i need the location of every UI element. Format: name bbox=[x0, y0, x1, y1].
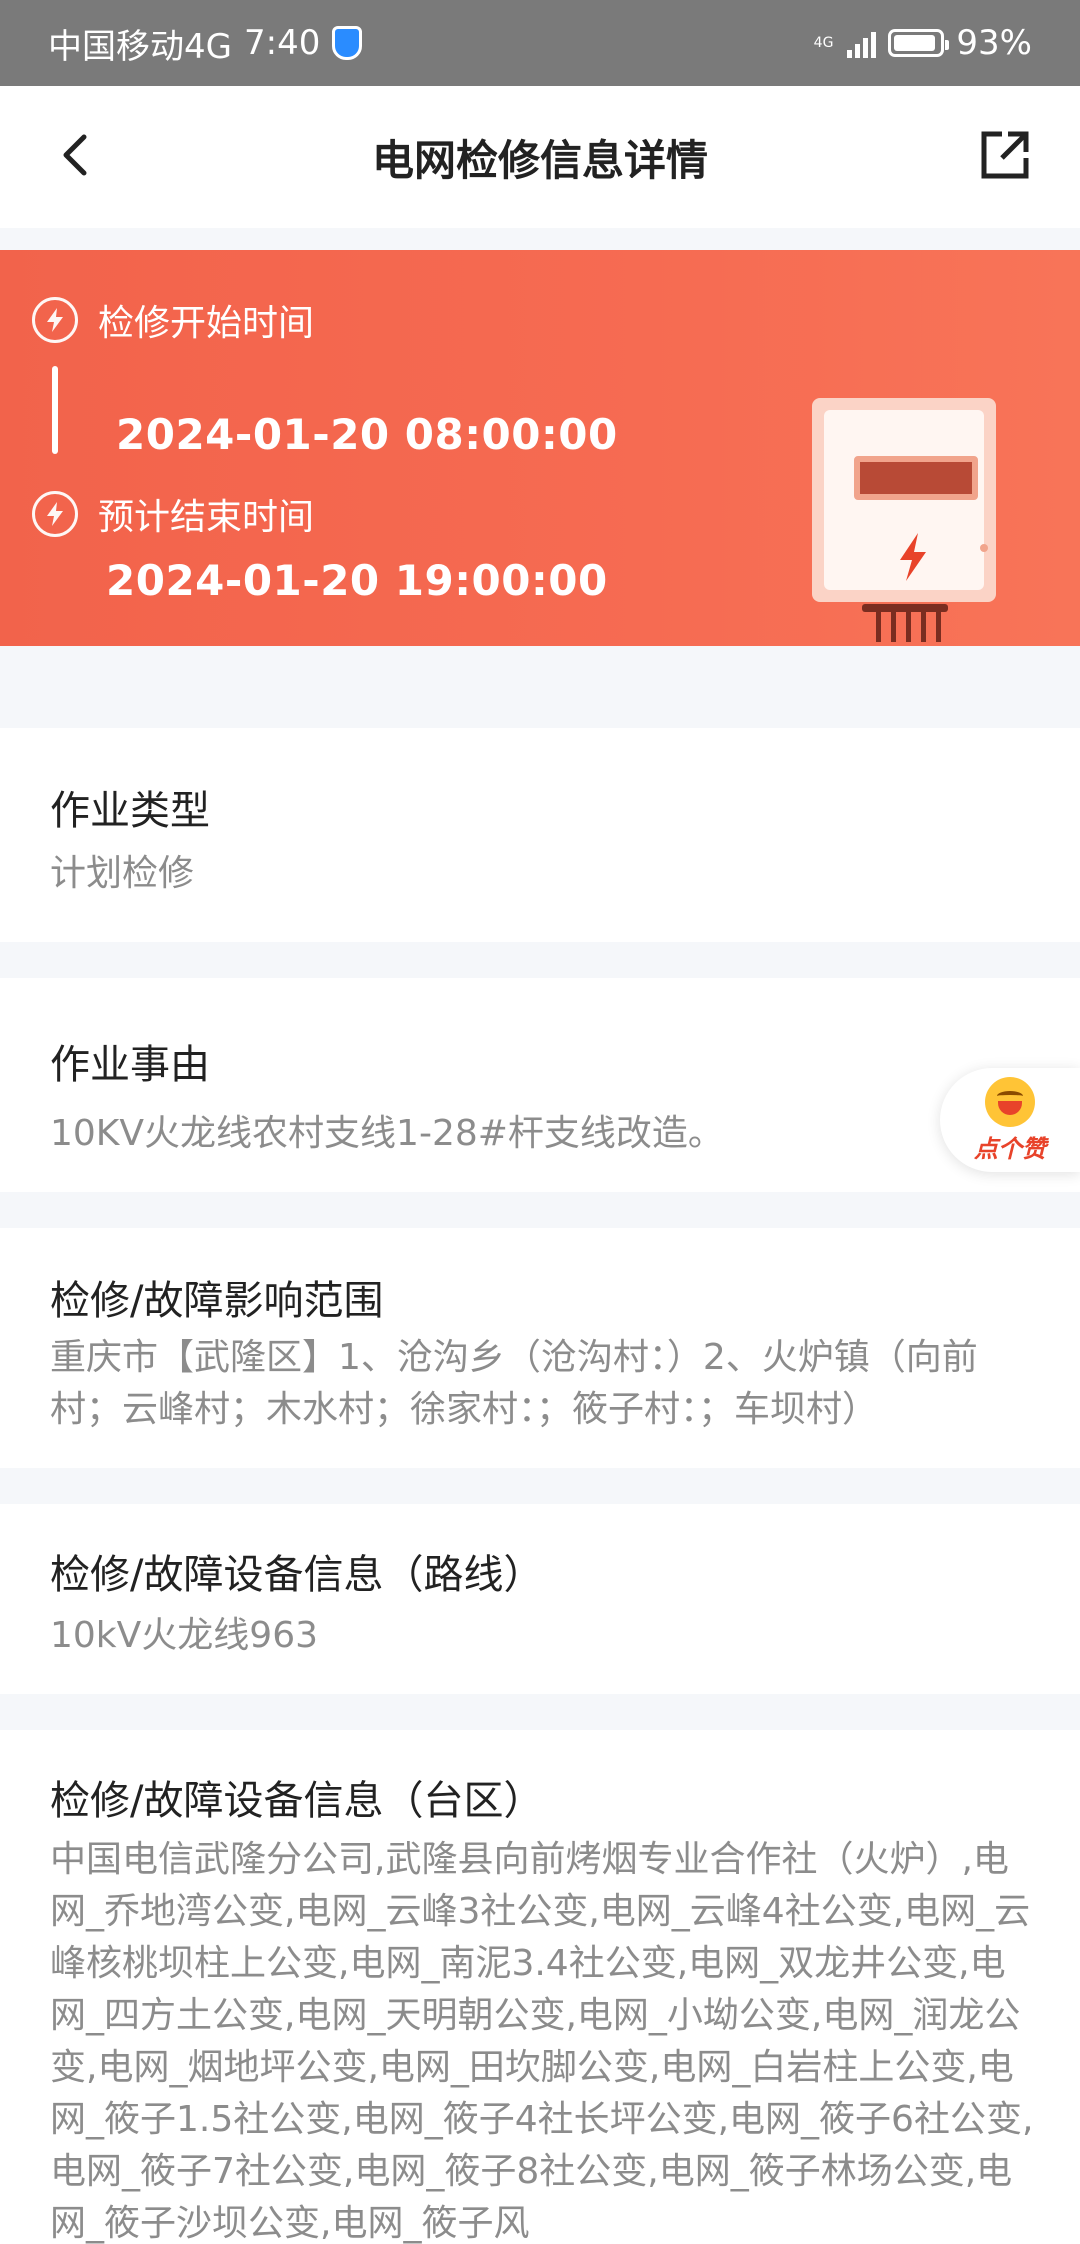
battery-level bbox=[894, 35, 936, 51]
start-time-label: 检修开始时间 bbox=[98, 303, 315, 344]
electric-meter-icon bbox=[812, 398, 996, 602]
status-bar: 中国移动4G 7:40 4G 93% bbox=[0, 0, 1080, 86]
work-type-title: 作业类型 bbox=[50, 788, 210, 834]
status-left: 中国移动4G 7:40 bbox=[48, 19, 363, 68]
work-reason-value: 10KV火龙线农村支线1-28#杆支线改造。 bbox=[50, 1113, 724, 1154]
meter-base bbox=[862, 604, 948, 612]
work-type-card: 作业类型 计划检修 bbox=[0, 728, 1080, 942]
bolt-circle-icon bbox=[32, 297, 78, 343]
work-type-value: 计划检修 bbox=[50, 853, 195, 894]
end-time-value: 2024-01-20 19:00:00 bbox=[106, 556, 608, 605]
bolt-circle-icon bbox=[32, 491, 78, 537]
timeline-divider bbox=[52, 366, 58, 454]
device-line-title: 检修/故障设备信息（路线） bbox=[50, 1552, 544, 1598]
back-button[interactable] bbox=[40, 120, 110, 190]
page-title: 电网检修信息详情 bbox=[371, 135, 708, 185]
impact-scope-value: 重庆市【武隆区】1、沧沟乡（沧沟村：）2、火炉镇（向前村；云峰村；木水村；徐家村… bbox=[50, 1337, 978, 1430]
maintenance-time-banner: 检修开始时间 2024-01-20 08:00:00 预计结束时间 2024-0… bbox=[0, 250, 1080, 646]
device-line-value: 10kV火龙线963 bbox=[50, 1615, 318, 1656]
network-type: 4G bbox=[813, 35, 834, 51]
impact-scope-card: 检修/故障影响范围 重庆市【武隆区】1、沧沟乡（沧沟村：）2、火炉镇（向前村；云… bbox=[0, 1228, 1080, 1468]
work-reason-title: 作业事由 bbox=[50, 1042, 210, 1088]
clock: 7:40 bbox=[243, 23, 321, 63]
smile-emoji-icon bbox=[985, 1076, 1035, 1127]
battery-icon bbox=[888, 29, 950, 57]
carrier-label: 中国移动4G bbox=[48, 26, 232, 67]
device-area-title: 检修/故障设备信息（台区） bbox=[50, 1778, 544, 1824]
signal-icon bbox=[847, 28, 877, 58]
share-button[interactable] bbox=[970, 120, 1040, 190]
device-area-card: 检修/故障设备信息（台区） 中国电信武隆分公司,武隆县向前烤烟专业合作社（火炉）… bbox=[0, 1730, 1080, 2244]
start-time-row: 检修开始时间 bbox=[32, 294, 314, 346]
end-time-label: 预计结束时间 bbox=[98, 497, 315, 538]
security-shield-icon bbox=[332, 26, 363, 60]
end-time-row: 预计结束时间 bbox=[32, 488, 314, 540]
status-right: 4G 93% bbox=[814, 23, 1032, 63]
like-button[interactable]: 点个赞 bbox=[940, 1068, 1080, 1172]
start-time-value: 2024-01-20 08:00:00 bbox=[116, 410, 618, 459]
back-chevron-icon bbox=[63, 134, 87, 176]
meter-wires bbox=[876, 612, 941, 642]
share-icon bbox=[981, 131, 1029, 179]
top-app-bar: 电网检修信息详情 bbox=[0, 86, 1080, 228]
work-reason-card: 作业事由 10KV火龙线农村支线1-28#杆支线改造。 bbox=[0, 978, 1080, 1192]
battery-percent: 93% bbox=[956, 23, 1032, 63]
device-area-value: 中国电信武隆分公司,武隆县向前烤烟专业合作社（火炉）,电网_乔地湾公变,电网_云… bbox=[50, 1839, 1034, 2244]
like-label: 点个赞 bbox=[974, 1134, 1046, 1163]
device-line-card: 检修/故障设备信息（路线） 10kV火龙线963 bbox=[0, 1504, 1080, 1694]
impact-scope-title: 检修/故障影响范围 bbox=[50, 1278, 384, 1324]
